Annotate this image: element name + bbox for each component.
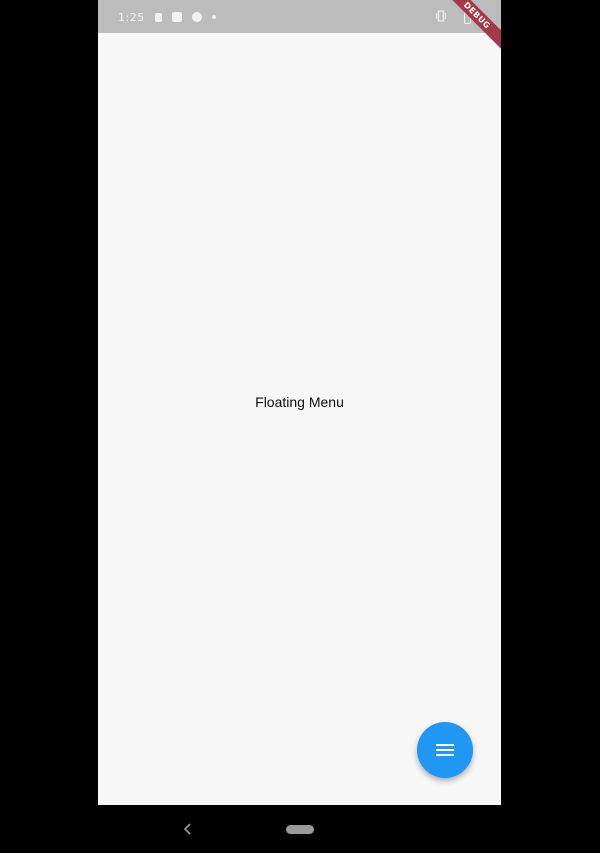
debug-banner: DEBUG [437, 0, 501, 56]
vibrate-icon [436, 10, 446, 25]
back-icon[interactable] [180, 821, 196, 837]
notification-icon [171, 12, 182, 22]
center-title: Floating Menu [255, 394, 344, 410]
status-time: 1:25 [118, 10, 145, 24]
status-bar: 1:25 DEBUG [98, 0, 501, 56]
home-pill-icon[interactable] [286, 825, 314, 834]
status-left-group: 1:25 [118, 10, 216, 24]
app-screen: 1:25 DEBUG Floating Menu [98, 0, 501, 805]
system-nav-bar [0, 805, 600, 853]
menu-icon [436, 744, 454, 756]
dot-icon [211, 15, 216, 19]
shield-icon [191, 12, 202, 22]
sim-icon [154, 12, 162, 22]
floating-menu-button[interactable] [417, 722, 473, 778]
